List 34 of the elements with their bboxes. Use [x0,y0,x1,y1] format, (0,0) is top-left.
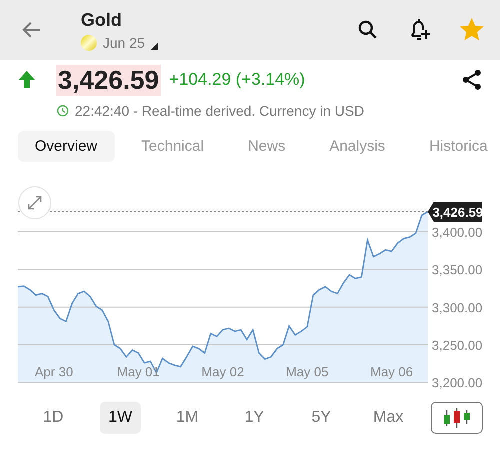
axis-label: 3,400.00 [432,225,483,240]
contract-selector[interactable]: Jun 25 [103,34,146,50]
range-button[interactable]: 1W [100,402,141,434]
axis-label: Apr 30 [35,364,74,380]
price-value: 3,426.59 [56,64,162,96]
price-change: +104.29 (+3.14%) [169,70,306,90]
axis-label: 3,300.00 [432,300,483,316]
axis-label: May 06 [370,364,414,380]
share-icon[interactable] [460,68,484,92]
axis-label: May 05 [286,364,329,380]
instrument-title: Gold [81,10,123,30]
axis-label: 3,200.00 [432,376,483,391]
tab[interactable]: Analysis [312,131,402,162]
caret-icon[interactable] [151,43,158,50]
range-button[interactable]: 1Y [234,402,275,434]
axis-label: May 01 [117,364,160,380]
axis-label: 3,350.00 [432,262,483,278]
coin-icon [81,34,97,50]
tab[interactable]: Historica [412,131,500,162]
tab[interactable]: Technical [124,131,222,162]
update-time: 22:42:40 - Real-time derived. Currency in USD [75,103,364,119]
range-button[interactable]: 5Y [301,402,342,434]
clock-icon [57,105,69,117]
expand-icon[interactable] [18,186,52,220]
chart-type-button[interactable] [431,402,483,434]
tab[interactable]: News [231,131,303,162]
range-button[interactable]: Max [368,402,409,434]
range-button[interactable]: 1D [33,402,74,434]
axis-label: 3,250.00 [432,338,483,354]
tab[interactable]: Overview [18,131,115,162]
star-icon[interactable] [460,18,484,42]
range-button[interactable]: 1M [167,402,208,434]
axis-label: May 02 [202,364,244,380]
price-tag: 3,426.59 [428,202,484,222]
